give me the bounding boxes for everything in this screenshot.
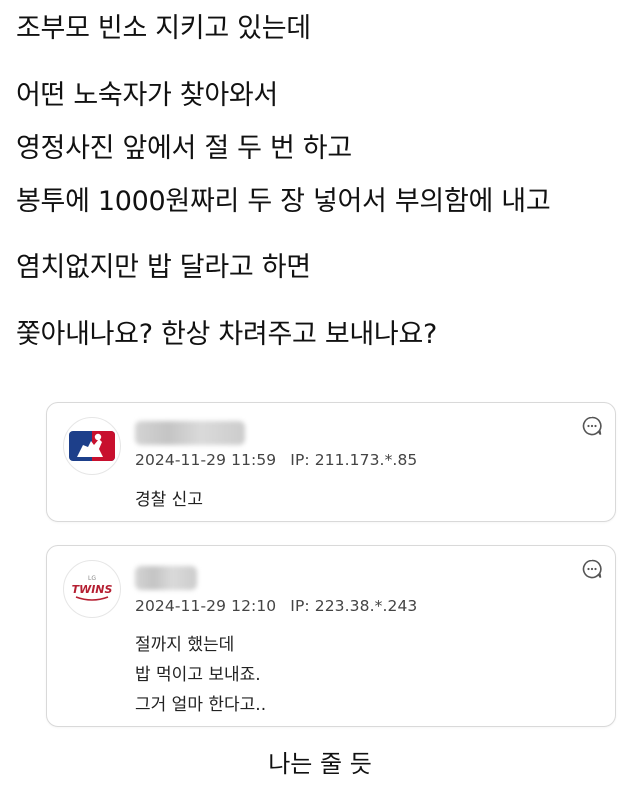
comment-ip: IP: 211.173.*.85	[290, 451, 418, 469]
caption: 나는 줄 듯	[268, 750, 372, 778]
avatar[interactable]	[63, 417, 121, 475]
comment-date: 2024-11-29 11:59	[135, 451, 277, 469]
avatar-small-text: LG	[88, 575, 96, 582]
lg-twins-logo-icon: LG TWINS	[72, 575, 113, 601]
post-line: 봉투에 1000원짜리 두 장 넣어서 부의함에 내고	[16, 186, 551, 217]
post-line: 염치없지만 밥 달라고 하면	[16, 252, 311, 283]
comment-text-line: 그거 얼마 한다고..	[135, 695, 267, 715]
comment-card: LG TWINS 2024-11-29 12:10 IP: 223.38.*.24…	[46, 545, 616, 727]
comment-text-line: 밥 먹이고 보내죠.	[135, 665, 261, 685]
reply-bubble-icon[interactable]	[581, 558, 603, 580]
comment-ip: IP: 223.38.*.243	[290, 597, 418, 615]
comment-body: 경찰 신고	[135, 485, 203, 515]
username-blurred	[135, 566, 197, 590]
comment-text-line: 절까지 했는데	[135, 635, 235, 655]
avatar-team-text: TWINS	[72, 583, 113, 596]
comment-text-line: 경찰 신고	[135, 490, 203, 510]
mlb-logo-icon	[69, 431, 115, 461]
avatar[interactable]: LG TWINS	[63, 560, 121, 618]
post-line: 어떤 노숙자가 찾아와서	[16, 80, 278, 111]
post-line: 조부모 빈소 지키고 있는데	[16, 13, 311, 44]
reply-bubble-icon[interactable]	[581, 415, 603, 437]
post-line: 영정사진 앞에서 절 두 번 하고	[16, 133, 352, 164]
comment-card: 2024-11-29 11:59 IP: 211.173.*.85 경찰 신고	[46, 402, 616, 522]
comment-date: 2024-11-29 12:10	[135, 597, 277, 615]
post-line: 쫓아내나요? 한상 차려주고 보내나요?	[16, 319, 438, 350]
comment-meta: 2024-11-29 12:10 IP: 223.38.*.243	[135, 597, 417, 615]
comment-meta: 2024-11-29 11:59 IP: 211.173.*.85	[135, 451, 417, 469]
comment-body: 절까지 했는데 밥 먹이고 보내죠. 그거 얼마 한다고..	[135, 630, 266, 720]
username-blurred	[135, 421, 245, 445]
